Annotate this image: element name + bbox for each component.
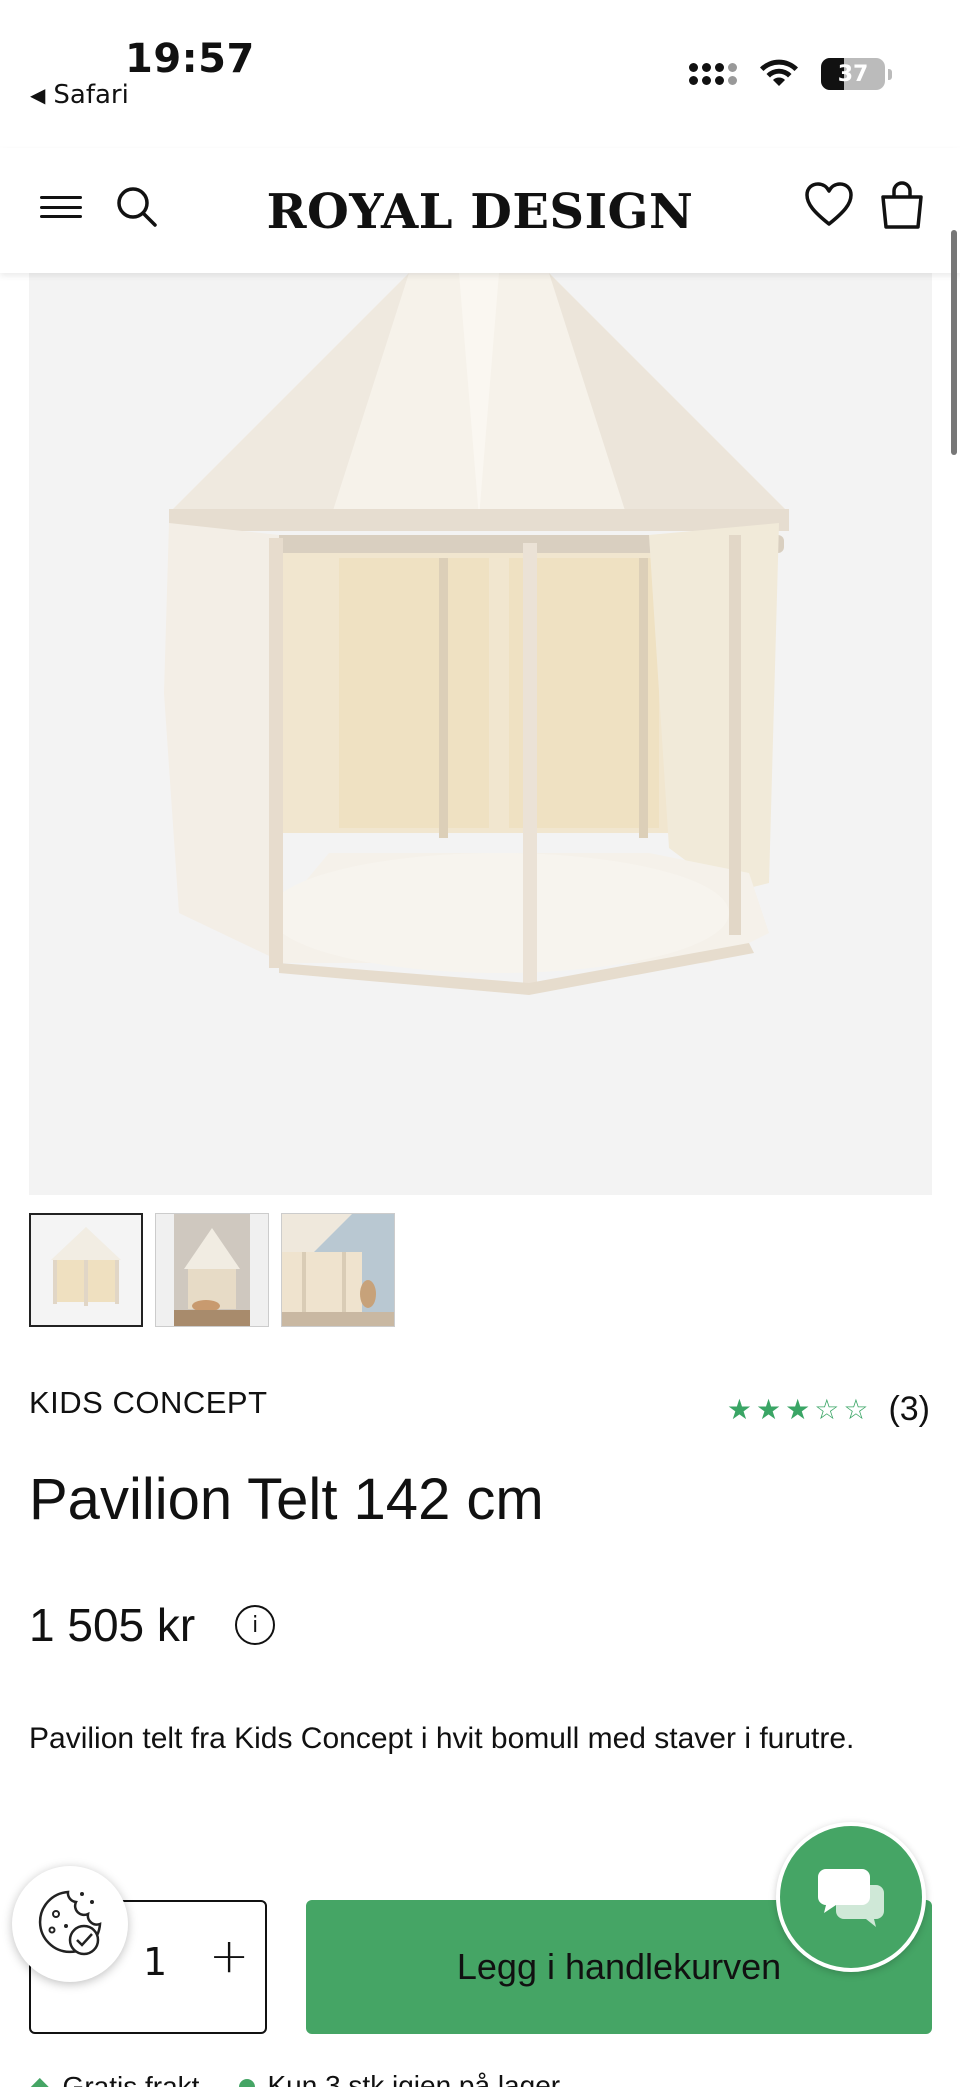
- info-icon[interactable]: i: [235, 1605, 276, 1645]
- star-empty-icon: ☆: [814, 1393, 840, 1426]
- product-price: 1 505 kr: [29, 1599, 196, 1651]
- thumbnail-3[interactable]: [281, 1213, 395, 1327]
- rating-count: (3): [888, 1390, 930, 1428]
- chat-bubbles-icon: [818, 1869, 884, 1927]
- product-title: Pavilion Telt 142 cm: [29, 1467, 544, 1532]
- stock-info: Kun 3 stk igjen på lager: [239, 2070, 560, 2087]
- product-description: Pavilion telt fra Kids Concept i hvit bo…: [29, 1722, 855, 1755]
- tent-illustration: [164, 273, 789, 995]
- shipping-info: ◆ Gratis frakt: [29, 2070, 199, 2087]
- shopping-bag-icon[interactable]: [880, 180, 924, 230]
- battery-icon: 37: [821, 58, 892, 90]
- status-time: 19:57: [125, 36, 255, 82]
- heart-icon[interactable]: [804, 182, 854, 228]
- back-triangle-icon: ◀: [30, 83, 46, 107]
- cookie-icon: [38, 1890, 102, 1956]
- star-filled-icon: ★: [726, 1393, 752, 1426]
- back-app-label: Safari: [53, 80, 129, 110]
- price-row: 1 505 kr i: [29, 1598, 276, 1652]
- product-image[interactable]: [29, 273, 932, 1195]
- status-icons: 37: [689, 58, 892, 90]
- rating-stars: ★ ★ ★ ☆ ☆: [727, 1393, 869, 1426]
- thumbnail-strip: [29, 1213, 395, 1327]
- star-empty-icon: ☆: [843, 1393, 869, 1426]
- thumbnail-2[interactable]: [155, 1213, 269, 1327]
- star-filled-icon: ★: [785, 1393, 811, 1426]
- page-scrollbar[interactable]: [951, 230, 957, 455]
- star-filled-icon: ★: [756, 1393, 782, 1426]
- box-icon: ◆: [29, 2071, 51, 2087]
- battery-level: 37: [837, 61, 869, 87]
- cookie-settings-button[interactable]: [12, 1866, 128, 1982]
- cellular-signal-icon: [689, 63, 737, 85]
- delivery-info-row: ◆ Gratis frakt Kun 3 stk igjen på lager: [29, 2070, 560, 2087]
- status-bar: 19:57 ◀ Safari 37: [0, 0, 960, 130]
- product-rating[interactable]: ★ ★ ★ ☆ ☆ (3): [727, 1390, 930, 1429]
- quantity-value[interactable]: 1: [143, 1940, 167, 1984]
- back-to-app[interactable]: ◀ Safari: [30, 80, 129, 110]
- wifi-icon: [760, 59, 798, 86]
- thumbnail-1[interactable]: [29, 1213, 143, 1327]
- product-brand[interactable]: KIDS CONCEPT: [29, 1385, 268, 1421]
- site-header: ROYAL DESIGN: [0, 148, 960, 273]
- chat-button[interactable]: [776, 1822, 926, 1972]
- quantity-plus-button[interactable]: +: [209, 1932, 249, 1980]
- stock-dot-icon: [239, 2079, 256, 2087]
